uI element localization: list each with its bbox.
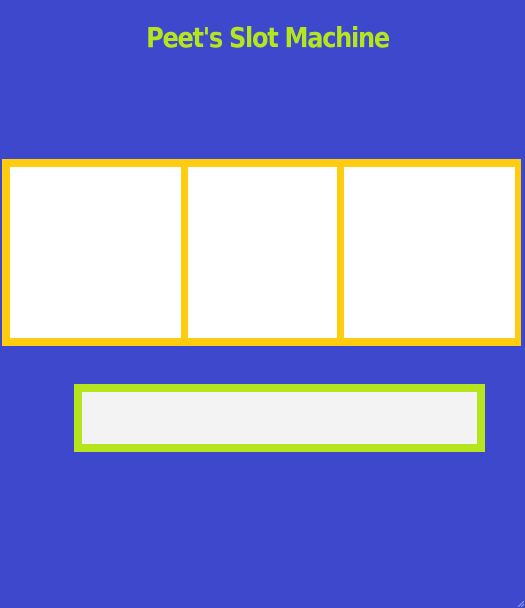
page-title: Peet's Slot Machine xyxy=(146,21,390,54)
result-frame xyxy=(74,384,485,452)
result-display xyxy=(82,392,477,444)
resize-grip-icon[interactable] xyxy=(518,601,524,607)
reel-2 xyxy=(188,167,337,338)
reel-frame xyxy=(2,159,521,346)
reel-3 xyxy=(344,167,515,338)
reel-1 xyxy=(10,167,181,338)
